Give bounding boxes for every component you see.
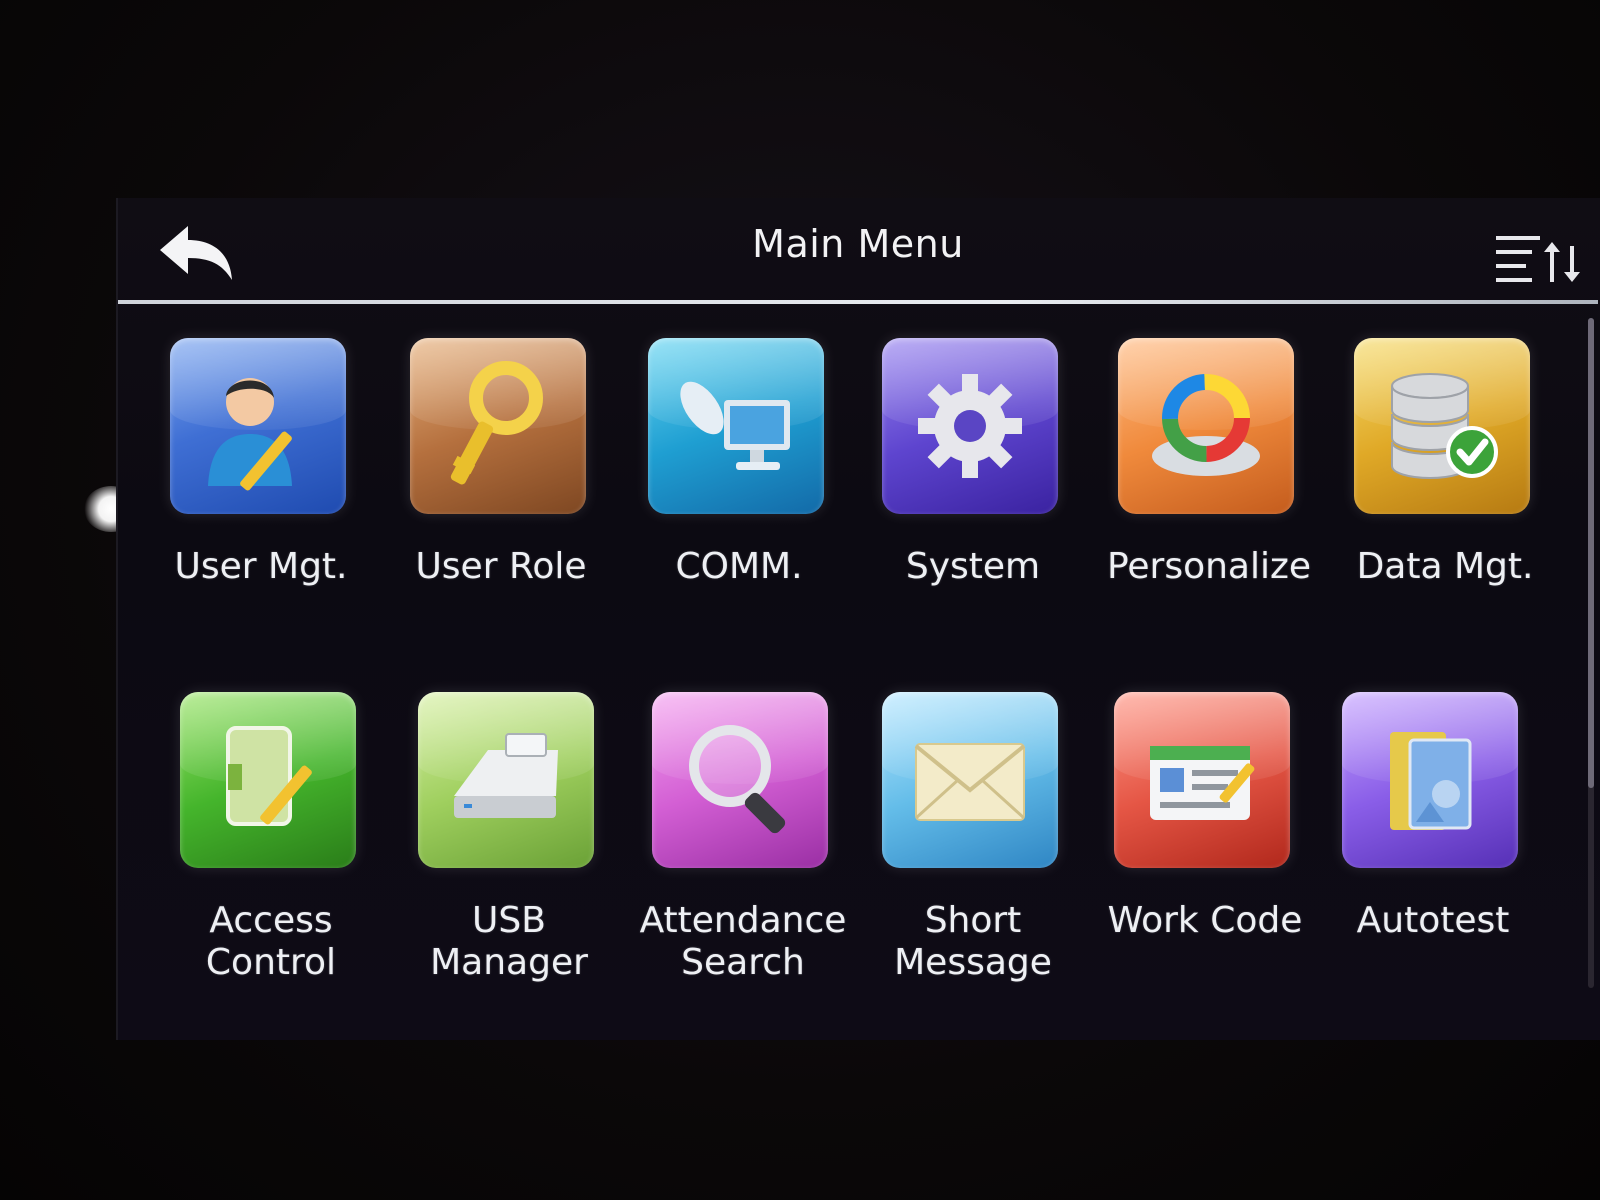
data-mgt-tile[interactable] — [1354, 338, 1530, 514]
menu-item-label: Work Code — [1107, 900, 1303, 941]
menu-item-label: Access Control — [205, 900, 337, 983]
color-wheel-icon — [1152, 374, 1260, 476]
user-edit-icon — [208, 378, 292, 491]
menu-item-comm[interactable]: COMM. — [626, 338, 852, 658]
system-tile[interactable] — [882, 338, 1058, 514]
menu-item-attendance-search[interactable]: Attendance Search — [630, 692, 856, 1012]
menu-item-label: User Mgt. — [174, 546, 348, 587]
attendance-search-tile[interactable] — [652, 692, 828, 868]
header-divider — [118, 300, 1598, 304]
menu-item-label: System — [905, 546, 1041, 587]
door-pencil-icon — [226, 726, 312, 826]
personalize-tile[interactable] — [1118, 338, 1294, 514]
menu-item-label: Autotest — [1356, 900, 1510, 941]
menu-item-label: Data Mgt. — [1356, 546, 1534, 587]
usb-manager-tile[interactable] — [418, 692, 594, 868]
menu-item-work-code[interactable]: Work Code — [1092, 692, 1318, 1012]
menu-item-label: Attendance Search — [639, 900, 847, 983]
folder-book-icon — [1390, 732, 1472, 830]
page-title: Main Menu — [752, 222, 964, 266]
back-arrow-icon — [160, 226, 232, 280]
usb-drive-icon — [454, 733, 558, 818]
menu-item-system[interactable]: System — [860, 338, 1086, 658]
menu-item-personalize[interactable]: Personalize — [1096, 338, 1322, 658]
gear-icon — [918, 374, 1022, 478]
access-control-tile[interactable] — [180, 692, 356, 868]
scroll-thumb[interactable] — [1588, 318, 1594, 788]
menu-item-label: USB Manager — [430, 900, 588, 983]
sort-list-icon — [1496, 236, 1580, 282]
id-card-icon — [1150, 746, 1255, 820]
user-role-tile[interactable] — [410, 338, 586, 514]
comm-tile[interactable] — [648, 338, 824, 514]
back-button[interactable] — [154, 222, 240, 286]
menu-item-user-mgt[interactable]: User Mgt. — [148, 338, 374, 658]
envelope-icon — [914, 743, 1026, 821]
satellite-computer-icon — [680, 381, 790, 470]
screen: Main Menu User Mgt. User Role COMM. Syst… — [116, 198, 1600, 1040]
menu-item-access-control[interactable]: Access Control — [158, 692, 384, 1012]
menu-item-label: Short Message — [894, 900, 1052, 983]
menu-item-label: COMM. — [675, 546, 803, 587]
database-check-icon — [1391, 373, 1498, 480]
sort-button[interactable] — [1494, 232, 1584, 288]
menu-item-data-mgt[interactable]: Data Mgt. — [1332, 338, 1558, 658]
header-bar: Main Menu — [118, 198, 1600, 304]
menu-item-autotest[interactable]: Autotest — [1320, 692, 1546, 1012]
device-frame: Main Menu User Mgt. User Role COMM. Syst… — [0, 0, 1600, 1200]
work-code-tile[interactable] — [1114, 692, 1290, 868]
autotest-tile[interactable] — [1342, 692, 1518, 868]
menu-item-label: User Role — [415, 546, 587, 587]
key-icon — [450, 361, 543, 485]
menu-item-short-message[interactable]: Short Message — [860, 692, 1086, 1012]
scrollbar[interactable] — [1588, 318, 1594, 988]
menu-item-usb-manager[interactable]: USB Manager — [396, 692, 622, 1012]
short-message-tile[interactable] — [882, 692, 1058, 868]
menu-item-user-role[interactable]: User Role — [388, 338, 614, 658]
magnifier-icon — [689, 725, 786, 834]
menu-grid: User Mgt. User Role COMM. System Persona… — [148, 338, 1568, 1018]
user-mgt-tile[interactable] — [170, 338, 346, 514]
menu-item-label: Personalize — [1106, 546, 1312, 587]
